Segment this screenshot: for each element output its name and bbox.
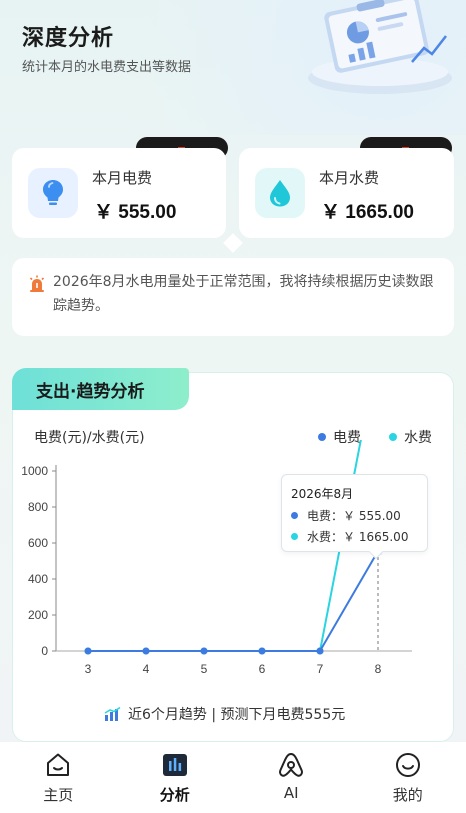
tab-label: AI	[283, 784, 299, 802]
y-tick-label: 200	[28, 608, 48, 622]
series-line-0	[88, 550, 379, 652]
tooltip-value: ￥ 1665.00	[343, 530, 409, 544]
clipboard-chart-icon	[308, 0, 452, 94]
bottom-tab-bar: 主页 分析 AI 我的	[0, 742, 466, 813]
x-tick-label: 4	[143, 662, 150, 676]
analytics-icon	[162, 754, 187, 776]
x-tick-label: 8	[375, 662, 382, 676]
chart-footer: 近6个月趋势 | 预测下月电费555元	[104, 704, 345, 724]
y-tick-label: 1000	[21, 464, 48, 478]
x-tick-label: 3	[85, 662, 92, 676]
data-point	[200, 647, 208, 655]
tooltip-title: 2026年8月	[291, 487, 354, 501]
electricity-value: ￥ 555.00	[94, 202, 177, 223]
water-card[interactable]: 本月水费 ￥ 1665.00	[239, 148, 454, 238]
water-value: ￥ 1665.00	[321, 202, 414, 223]
data-point	[258, 647, 266, 655]
alarm-icon	[29, 275, 45, 292]
tab-ai[interactable]: AI	[233, 742, 350, 813]
trend-tab[interactable]: 支出·趋势分析	[12, 368, 189, 410]
x-tick-label: 5	[201, 662, 208, 676]
bar-chart-icon	[104, 706, 121, 721]
x-tick-label: 7	[317, 662, 324, 676]
tab-label: 主页	[43, 786, 74, 804]
profile-icon	[395, 753, 420, 777]
y-tick-label: 600	[28, 536, 48, 550]
y-tick-label: 0	[41, 644, 48, 658]
card-pointer	[223, 233, 243, 253]
electricity-card[interactable]: 本月电费 ￥ 555.00	[12, 148, 226, 238]
lightbulb-icon	[28, 168, 78, 218]
chart-tooltip: 2026年8月 电费： ￥ 555.00 水费： ￥ 1665.00	[281, 474, 428, 552]
tab-home[interactable]: 主页	[0, 742, 117, 813]
tooltip-row-electricity: 电费： ￥ 555.00	[291, 507, 427, 524]
electricity-label: 本月电费	[92, 169, 153, 187]
water-label: 本月水费	[319, 169, 380, 187]
tab-analysis[interactable]: 分析	[117, 742, 234, 813]
notice-banner: 2026年8月水电用量处于正常范围，我将持续根据历史读数跟踪趋势。	[12, 258, 454, 336]
chart-footer-text: 近6个月趋势 | 预测下月电费555元	[128, 707, 346, 723]
tooltip-dot	[291, 512, 298, 519]
tab-label: 我的	[392, 786, 423, 804]
y-tick-label: 400	[28, 572, 48, 586]
home-icon	[47, 753, 70, 776]
tooltip-label: 水费：	[307, 530, 344, 544]
page-subtitle: 统计本月的水电费支出等数据	[22, 60, 192, 75]
data-point	[316, 647, 324, 655]
tooltip-dot	[291, 533, 298, 540]
ai-icon	[279, 753, 304, 777]
tooltip-row-water: 水费： ￥ 1665.00	[291, 528, 427, 545]
water-drop-icon	[255, 168, 305, 218]
notice-text: 2026年8月水电用量处于正常范围，我将持续根据历史读数跟踪趋势。	[53, 274, 434, 314]
header: 深度分析 统计本月的水电费支出等数据	[0, 0, 466, 135]
tab-label: 分析	[159, 786, 190, 804]
x-tick-label: 6	[259, 662, 266, 676]
data-point	[84, 647, 92, 655]
tooltip-value: ￥ 555.00	[343, 509, 401, 523]
trend-tab-title: 支出·趋势分析	[36, 381, 145, 402]
tab-profile[interactable]: 我的	[350, 742, 466, 813]
data-point	[142, 647, 150, 655]
y-tick-label: 800	[28, 500, 48, 514]
page-title: 深度分析	[22, 26, 115, 51]
tooltip-label: 电费：	[307, 509, 344, 523]
